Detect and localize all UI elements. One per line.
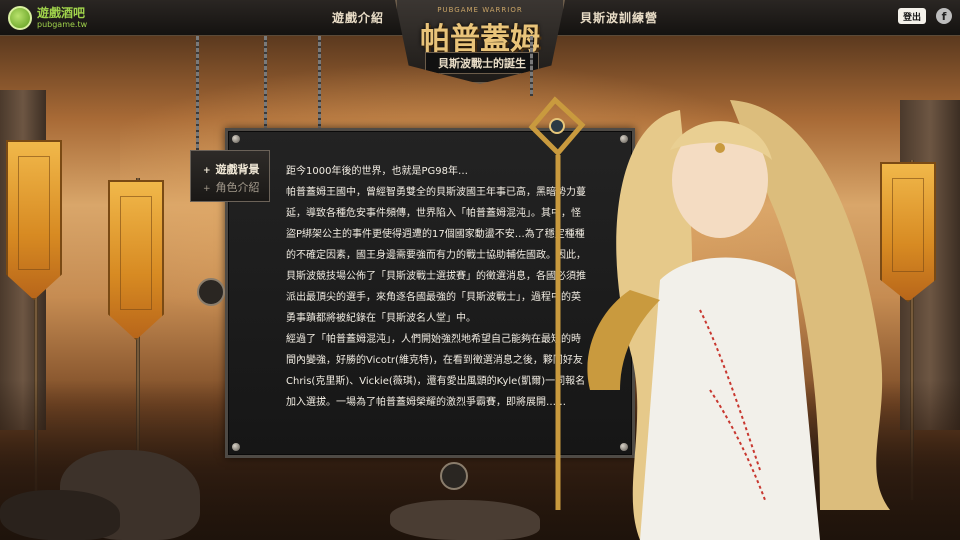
arena-banner — [6, 140, 62, 300]
brand-url: pubgame.tw — [37, 20, 88, 29]
side-menu: + 遊戲背景 + 角色介紹 — [190, 150, 270, 202]
emblem-english-subtitle: PUBGAME WARRIOR — [437, 6, 523, 14]
rubble — [390, 500, 540, 540]
brand-logo-link[interactable]: 遊戲酒吧 pubgame.tw — [8, 6, 87, 30]
hanging-chain — [318, 36, 321, 130]
game-subtitle: 貝斯波戰士的誕生 — [425, 52, 539, 74]
speech-bubble-logo-icon — [8, 6, 32, 30]
menu-item-game-background[interactable]: + 遊戲背景 — [203, 161, 260, 177]
rubble — [0, 490, 120, 540]
rivet — [232, 135, 240, 143]
menu-item-label: 角色介紹 — [215, 181, 260, 194]
goddess-character — [587, 100, 890, 540]
menu-item-character-intro[interactable]: + 角色介紹 — [203, 179, 260, 195]
rivet — [232, 443, 240, 451]
nav-training-camp[interactable]: 貝斯波訓練營 — [580, 9, 658, 26]
plus-icon: + — [203, 184, 211, 194]
facebook-icon[interactable]: f — [936, 8, 952, 24]
logout-button[interactable]: 登出 — [898, 8, 926, 24]
nav-game-intro[interactable]: 遊戲介紹 — [332, 9, 384, 26]
hanging-chain — [530, 36, 533, 96]
ornament-icon — [197, 278, 225, 306]
hanging-chain — [196, 36, 199, 150]
brand-name: 遊戲酒吧 — [37, 6, 86, 20]
plus-icon: + — [203, 166, 211, 176]
menu-item-label: 遊戲背景 — [215, 163, 260, 176]
ornament-icon — [440, 462, 468, 490]
arena-banner — [108, 180, 164, 340]
